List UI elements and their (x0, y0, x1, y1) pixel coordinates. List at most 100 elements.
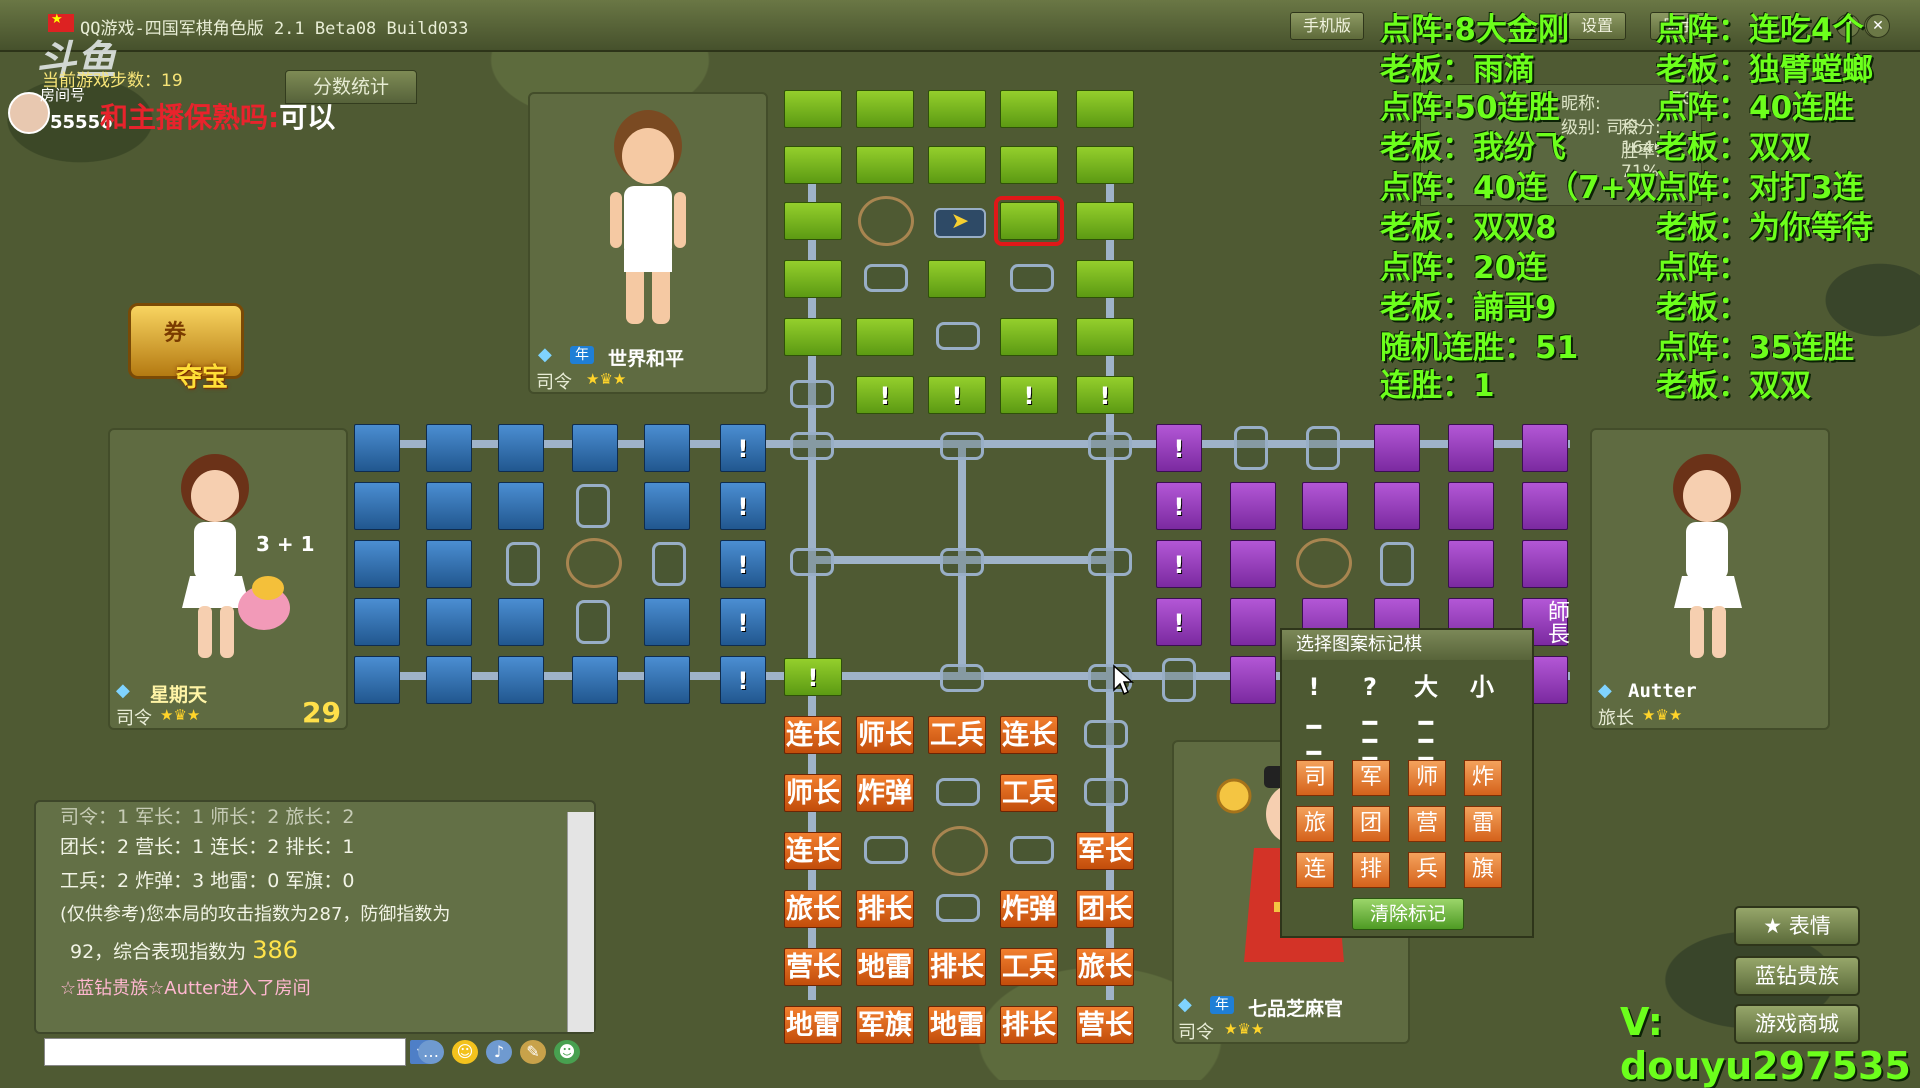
board-station[interactable] (1088, 548, 1132, 576)
mark-piece[interactable]: 兵 (1408, 852, 1446, 888)
mark-piece[interactable]: 司 (1296, 760, 1334, 796)
board-piece-green[interactable] (1000, 318, 1058, 356)
board-piece-purple[interactable] (1448, 482, 1494, 530)
camp-circle[interactable] (1296, 538, 1352, 588)
board-piece-orange[interactable]: 师长 (856, 716, 914, 754)
chat-input[interactable] (44, 1038, 406, 1066)
board-station[interactable] (1084, 720, 1128, 748)
board-piece-orange[interactable]: 营长 (784, 948, 842, 986)
board-piece-orange[interactable]: 师长 (784, 774, 842, 812)
board-piece-green-selected[interactable] (994, 196, 1064, 246)
board-piece-blue-marked[interactable]: ! (720, 598, 766, 646)
board-piece-blue[interactable] (354, 540, 400, 588)
board-station[interactable] (940, 664, 984, 692)
mark-piece[interactable]: 炸 (1464, 760, 1502, 796)
board-station[interactable] (936, 778, 980, 806)
board-station[interactable] (1234, 426, 1268, 470)
board-piece-blue[interactable] (426, 482, 472, 530)
board-piece-orange[interactable]: 旅长 (1076, 948, 1134, 986)
mark-piece[interactable]: 师 (1408, 760, 1446, 796)
board-piece-purple[interactable] (1230, 482, 1276, 530)
board-piece-purple[interactable] (1374, 482, 1420, 530)
speech-icon[interactable]: … (418, 1040, 444, 1064)
board-station[interactable] (506, 542, 540, 586)
board-piece-green-marked[interactable]: ! (784, 658, 842, 696)
clear-marks-button[interactable]: 清除标记 (1352, 898, 1464, 930)
board-piece-blue[interactable] (498, 482, 544, 530)
board-piece-blue[interactable] (426, 424, 472, 472)
board-station[interactable] (1010, 836, 1054, 864)
board-piece-blue[interactable] (354, 598, 400, 646)
mark-piece[interactable]: 旅 (1296, 806, 1334, 842)
board-piece-blue[interactable] (354, 424, 400, 472)
settings-button[interactable]: 设置 (1568, 12, 1627, 40)
board-piece-orange[interactable]: 工兵 (1000, 948, 1058, 986)
board-piece-green-marked[interactable]: ! (928, 376, 986, 414)
mark-piece[interactable]: 军 (1352, 760, 1390, 796)
board-piece-green[interactable] (784, 318, 842, 356)
board-piece-orange[interactable]: 地雷 (784, 1006, 842, 1044)
treasure-button[interactable]: 券 夺宝 (118, 295, 258, 393)
board-piece-green[interactable] (1076, 90, 1134, 128)
board-station[interactable] (936, 322, 980, 350)
board-piece-orange[interactable]: 连长 (784, 832, 842, 870)
board-piece-blue[interactable] (426, 598, 472, 646)
board-piece-green[interactable] (856, 90, 914, 128)
mark-piece[interactable]: 团 (1352, 806, 1390, 842)
board-station[interactable] (790, 548, 834, 576)
board-piece-purple[interactable] (1522, 482, 1568, 530)
board-piece-green-marked[interactable]: ! (856, 376, 914, 414)
board-station[interactable] (576, 484, 610, 528)
board-piece-purple[interactable] (1230, 598, 1276, 646)
board-station[interactable] (864, 264, 908, 292)
mark-exclamation[interactable]: ! (1294, 670, 1334, 704)
board-piece-blue[interactable] (354, 656, 400, 704)
board-station[interactable] (576, 600, 610, 644)
board-piece-orange[interactable]: 军旗 (856, 1006, 914, 1044)
emoticon-button[interactable]: ★ 表情 (1734, 906, 1860, 946)
board-piece-purple-marked[interactable]: ! (1156, 424, 1202, 472)
board-station[interactable] (790, 380, 834, 408)
board-piece-green[interactable] (928, 90, 986, 128)
mark-small[interactable]: 小 (1462, 670, 1502, 704)
board-piece-green[interactable] (856, 318, 914, 356)
board-piece-orange[interactable]: 工兵 (928, 716, 986, 754)
board-station[interactable] (1162, 658, 1196, 702)
camp-circle[interactable] (566, 538, 622, 588)
board-piece-orange[interactable]: 营长 (1076, 1006, 1134, 1044)
mark-line-3[interactable]: ━ ━ ━ (1406, 711, 1446, 771)
board-piece-orange[interactable]: 旅长 (784, 890, 842, 928)
board-piece-orange[interactable]: 排长 (1000, 1006, 1058, 1044)
board-piece-green[interactable] (856, 146, 914, 184)
sound-icon[interactable]: ♪ (486, 1040, 512, 1064)
mark-piece[interactable]: 营 (1408, 806, 1446, 842)
board-piece-blue[interactable] (644, 656, 690, 704)
board-station[interactable] (1306, 426, 1340, 470)
board-piece-green[interactable] (1076, 146, 1134, 184)
board-piece-green[interactable] (928, 260, 986, 298)
board-station[interactable] (652, 542, 686, 586)
board-piece-purple[interactable] (1302, 482, 1348, 530)
board-piece-green[interactable] (1000, 146, 1058, 184)
board-piece-orange[interactable]: 排长 (928, 948, 986, 986)
board-piece-green[interactable] (784, 202, 842, 240)
board-station[interactable] (864, 836, 908, 864)
emoji-icon[interactable]: ☺ (452, 1040, 478, 1064)
board-station[interactable] (936, 894, 980, 922)
close-icon[interactable]: ✕ (1866, 14, 1890, 38)
board-piece-green[interactable] (784, 90, 842, 128)
board-piece-purple[interactable] (1522, 540, 1568, 588)
mark-piece[interactable]: 雷 (1464, 806, 1502, 842)
board-piece-blue[interactable] (644, 598, 690, 646)
mark-big[interactable]: 大 (1406, 670, 1446, 704)
board-piece-orange[interactable]: 地雷 (928, 1006, 986, 1044)
board-piece-purple-marked[interactable]: ! (1156, 598, 1202, 646)
board-piece-green-marked[interactable]: ! (1076, 376, 1134, 414)
mark-piece[interactable]: 连 (1296, 852, 1334, 888)
board-piece-green[interactable] (1076, 202, 1134, 240)
board-station[interactable] (1088, 432, 1132, 460)
board-piece-green[interactable] (1076, 318, 1134, 356)
board-piece-blue[interactable] (644, 482, 690, 530)
board-piece-orange[interactable]: 连长 (1000, 716, 1058, 754)
camp-circle[interactable] (932, 826, 988, 876)
